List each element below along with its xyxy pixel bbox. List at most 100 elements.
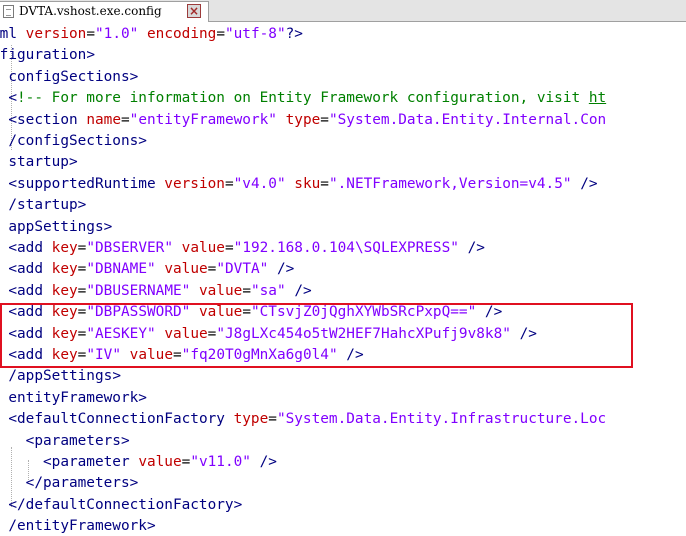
tag-name: entityFramework [8, 389, 139, 406]
code-line: entityFramework> [0, 388, 147, 409]
bracket: < [8, 261, 17, 278]
bracket: > [138, 133, 147, 149]
attribute-value: "utf-8" [224, 26, 286, 42]
attribute-value: ".NETFramework,Version=v4.5" [328, 175, 572, 192]
code-line: <parameter value="v11.0" /> [0, 452, 277, 473]
tag-name: add [17, 282, 43, 299]
bracket: /> [467, 240, 485, 256]
bracket: / [8, 518, 17, 535]
attribute-name: version [164, 175, 225, 192]
bracket: /> [346, 347, 364, 363]
attribute-name: type [233, 411, 269, 428]
code-line: appSettings> [0, 217, 112, 238]
attribute-name: key [51, 325, 78, 342]
attribute-value: "v4.0" [233, 175, 286, 192]
code-editor[interactable]: xml version="1.0" encoding="utf-8"?>nfig… [0, 22, 686, 536]
code-line: <parameters> [0, 431, 130, 452]
code-line: <add key="DBNAME" value="DVTA" /> [0, 259, 294, 280]
equals-sign: = [86, 26, 95, 42]
bracket: / [8, 368, 17, 385]
attribute-name: value [181, 240, 225, 256]
tab-label: DVTA.vshost.exe.config [19, 4, 162, 18]
attribute-name: key [51, 240, 78, 256]
attribute-value: "J8gLXc454o5tW2HEF7HahcXPufj9v8k8" [216, 325, 511, 342]
bracket: > [129, 68, 139, 85]
code-line: <add key="AESKEY" value="J8gLXc454o5tW2H… [0, 324, 537, 345]
code-line: <section name="entityFramework" type="Sy… [0, 110, 606, 131]
file-tab[interactable]: DVTA.vshost.exe.config × [0, 1, 209, 22]
attribute-name: key [51, 347, 78, 363]
bracket: </ [25, 475, 43, 492]
tag-name: parameters [42, 475, 130, 492]
bracket: /> [259, 454, 277, 470]
document-icon [3, 5, 14, 18]
attribute-name: key [51, 261, 78, 278]
bracket: < [8, 304, 17, 321]
equals-sign: = [268, 411, 277, 428]
code-line: <add key="DBPASSWORD" value="CTsvjZ0jQgh… [0, 302, 502, 323]
attribute-name: value [129, 347, 173, 363]
code-line: /configSections> [0, 131, 147, 152]
close-icon[interactable]: × [187, 4, 201, 18]
equals-sign: = [242, 304, 251, 321]
equals-sign: = [120, 111, 130, 128]
bracket: > [86, 47, 95, 64]
attribute-value: "fq20T0gMnXa6g0l4" [181, 347, 338, 363]
bracket: > [112, 368, 121, 385]
tag-name: section [17, 111, 78, 128]
equals-sign: = [224, 240, 234, 256]
bracket: </ [8, 496, 26, 513]
tag-name: add [17, 304, 43, 321]
attribute-value: "DVTA" [216, 261, 269, 278]
bracket: > [120, 432, 130, 449]
bracket: < [8, 240, 17, 256]
code-line: </parameters> [0, 473, 139, 494]
bracket: > [138, 389, 147, 406]
attribute-value: "DBNAME" [86, 261, 156, 278]
bracket: > [103, 218, 113, 235]
bracket: > [129, 475, 139, 492]
tag-name: defaultConnectionFactory [17, 411, 225, 428]
tag-name: add [17, 261, 43, 278]
bracket: < [8, 411, 17, 428]
comment-link[interactable]: ht [589, 90, 606, 106]
bracket: > [146, 518, 156, 535]
attribute-value: "IV" [86, 347, 121, 363]
attribute-value: "v11.0" [190, 454, 251, 470]
code-line: xml version="1.0" encoding="utf-8"?> [0, 24, 303, 45]
attribute-name: name [86, 111, 121, 128]
tag-name: startup [17, 197, 78, 214]
bracket: > [68, 154, 78, 171]
attribute-value: "AESKEY" [86, 325, 156, 342]
bracket: /> [519, 325, 537, 342]
bracket: < [8, 282, 17, 299]
tag-name: startup [8, 154, 69, 171]
equals-sign: = [242, 282, 251, 299]
tab-bar: DVTA.vshost.exe.config × [0, 0, 686, 22]
attribute-value: "DBSERVER" [86, 240, 173, 256]
code-line: <add key="IV" value="fq20T0gMnXa6g0l4" /… [0, 345, 364, 366]
comment-text: !-- For more information on Entity Frame… [17, 90, 589, 107]
equals-sign: = [216, 26, 225, 42]
